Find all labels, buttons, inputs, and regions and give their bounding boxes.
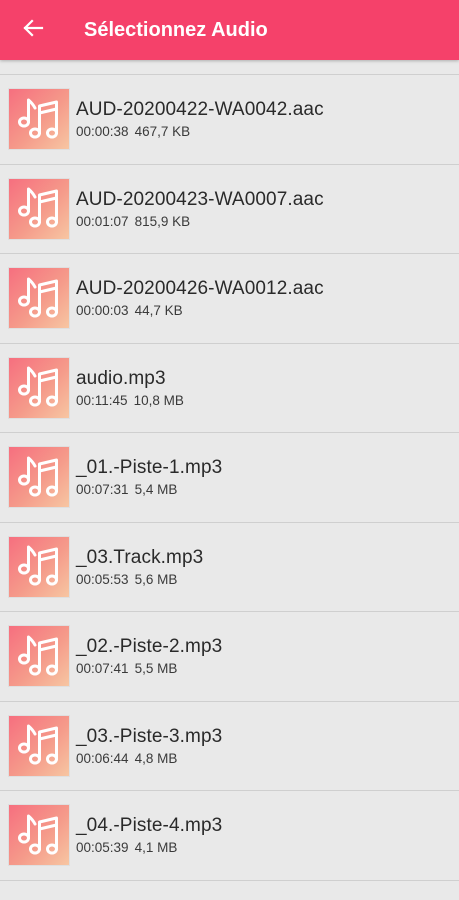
audio-list-item[interactable]: AUD-20200422-WA0042.aac 00:00:38 467,7 KB (0, 75, 459, 165)
audio-file-name: _04.-Piste-4.mp3 (76, 815, 223, 837)
audio-info: _02.-Piste-2.mp3 00:07:41 5,5 MB (76, 636, 222, 676)
audio-file-name: _01.-Piste-1.mp3 (76, 457, 223, 479)
audio-details: 00:00:03 44,7 KB (76, 303, 324, 318)
music-notes-icon (14, 718, 64, 773)
audio-file-size: 10,8 MB (133, 392, 184, 408)
audio-list-item[interactable]: AUD-20200423-WA0007.aac 00:01:07 815,9 KB (0, 165, 459, 254)
audio-file-size: 4,1 MB (134, 840, 178, 856)
audio-list-item[interactable]: audio.mp3 00:11:45 10,8 MB (0, 344, 459, 433)
music-notes-icon (14, 808, 64, 863)
audio-thumbnail (9, 268, 69, 329)
music-notes-icon (14, 92, 64, 147)
audio-file-size: 44,7 KB (134, 303, 183, 319)
audio-list-item[interactable]: _03.-Piste-3.mp3 00:06:44 4,8 MB (0, 702, 459, 791)
audio-details: 00:07:41 5,5 MB (76, 661, 222, 676)
music-notes-icon (14, 450, 64, 505)
audio-list-item[interactable]: _03.Track.mp3 00:05:53 5,6 MB (0, 523, 459, 612)
audio-file-name: AUD-20200422-WA0042.aac (76, 99, 324, 121)
music-notes-icon (14, 181, 64, 236)
audio-thumbnail (9, 447, 69, 508)
list-top-divider (0, 60, 459, 75)
arrow-left-icon (22, 18, 44, 42)
audio-thumbnail (9, 805, 69, 866)
audio-info: audio.mp3 00:11:45 10,8 MB (76, 368, 184, 408)
audio-list-item[interactable]: AUD-20200426-WA0012.aac 00:00:03 44,7 KB (0, 254, 459, 344)
audio-duration: 00:11:45 (76, 392, 128, 408)
audio-details: 00:05:53 5,6 MB (76, 572, 203, 587)
audio-list-item[interactable]: _01.-Piste-1.mp3 00:07:31 5,4 MB (0, 433, 459, 523)
audio-duration: 00:07:41 (76, 661, 129, 677)
audio-file-size: 4,8 MB (134, 750, 178, 766)
music-notes-icon (14, 629, 64, 684)
audio-file-name: _02.-Piste-2.mp3 (76, 636, 223, 658)
audio-file-name: _03.Track.mp3 (76, 546, 204, 568)
audio-file-name: audio.mp3 (76, 367, 166, 389)
audio-thumbnail (9, 89, 69, 150)
audio-duration: 00:05:39 (76, 840, 129, 856)
audio-details: 00:07:31 5,4 MB (76, 482, 222, 497)
audio-file-size: 5,4 MB (134, 482, 178, 498)
audio-details: 00:05:39 4,1 MB (76, 840, 222, 855)
audio-thumbnail (9, 536, 69, 597)
audio-info: _01.-Piste-1.mp3 00:07:31 5,4 MB (76, 457, 222, 497)
audio-duration: 00:05:53 (76, 571, 129, 587)
audio-duration: 00:01:07 (76, 213, 129, 229)
audio-file-size: 815,9 KB (134, 213, 191, 229)
app-bar: Sélectionnez Audio (0, 0, 459, 60)
audio-file-list[interactable]: AUD-20200422-WA0042.aac 00:00:38 467,7 KB (0, 60, 459, 900)
audio-info: _04.-Piste-4.mp3 00:05:39 4,1 MB (76, 815, 222, 855)
audio-file-size: 5,6 MB (134, 571, 178, 587)
music-notes-icon (14, 271, 64, 326)
audio-duration: 00:00:03 (76, 303, 129, 319)
audio-thumbnail (9, 178, 69, 239)
page-title: Sélectionnez Audio (84, 18, 268, 41)
audio-thumbnail (9, 626, 69, 687)
audio-file-size: 5,5 MB (134, 661, 178, 677)
audio-info: AUD-20200426-WA0012.aac 00:00:03 44,7 KB (76, 278, 324, 318)
audio-file-name: AUD-20200426-WA0012.aac (76, 278, 324, 300)
audio-info: AUD-20200422-WA0042.aac 00:00:38 467,7 KB (76, 99, 324, 139)
audio-list-item[interactable]: _02.-Piste-2.mp3 00:07:41 5,5 MB (0, 612, 459, 702)
audio-duration: 00:07:31 (76, 482, 129, 498)
audio-info: _03.Track.mp3 00:05:53 5,6 MB (76, 547, 203, 587)
audio-file-name: AUD-20200423-WA0007.aac (76, 188, 324, 210)
audio-details: 00:00:38 467,7 KB (76, 124, 324, 139)
audio-file-name: _03.-Piste-3.mp3 (76, 725, 223, 747)
audio-file-size: 467,7 KB (134, 124, 191, 140)
audio-details: 00:11:45 10,8 MB (76, 393, 184, 408)
music-notes-icon (14, 539, 64, 594)
audio-details: 00:01:07 815,9 KB (76, 214, 324, 229)
audio-details: 00:06:44 4,8 MB (76, 751, 222, 766)
music-notes-icon (14, 360, 64, 415)
audio-thumbnail (9, 715, 69, 776)
back-button[interactable] (8, 0, 58, 60)
audio-info: _03.-Piste-3.mp3 00:06:44 4,8 MB (76, 726, 222, 766)
audio-duration: 00:00:38 (76, 124, 129, 140)
audio-duration: 00:06:44 (76, 750, 129, 766)
audio-info: AUD-20200423-WA0007.aac 00:01:07 815,9 KB (76, 189, 324, 229)
audio-thumbnail (9, 357, 69, 418)
audio-list-item[interactable]: _04.-Piste-4.mp3 00:05:39 4,1 MB (0, 791, 459, 881)
